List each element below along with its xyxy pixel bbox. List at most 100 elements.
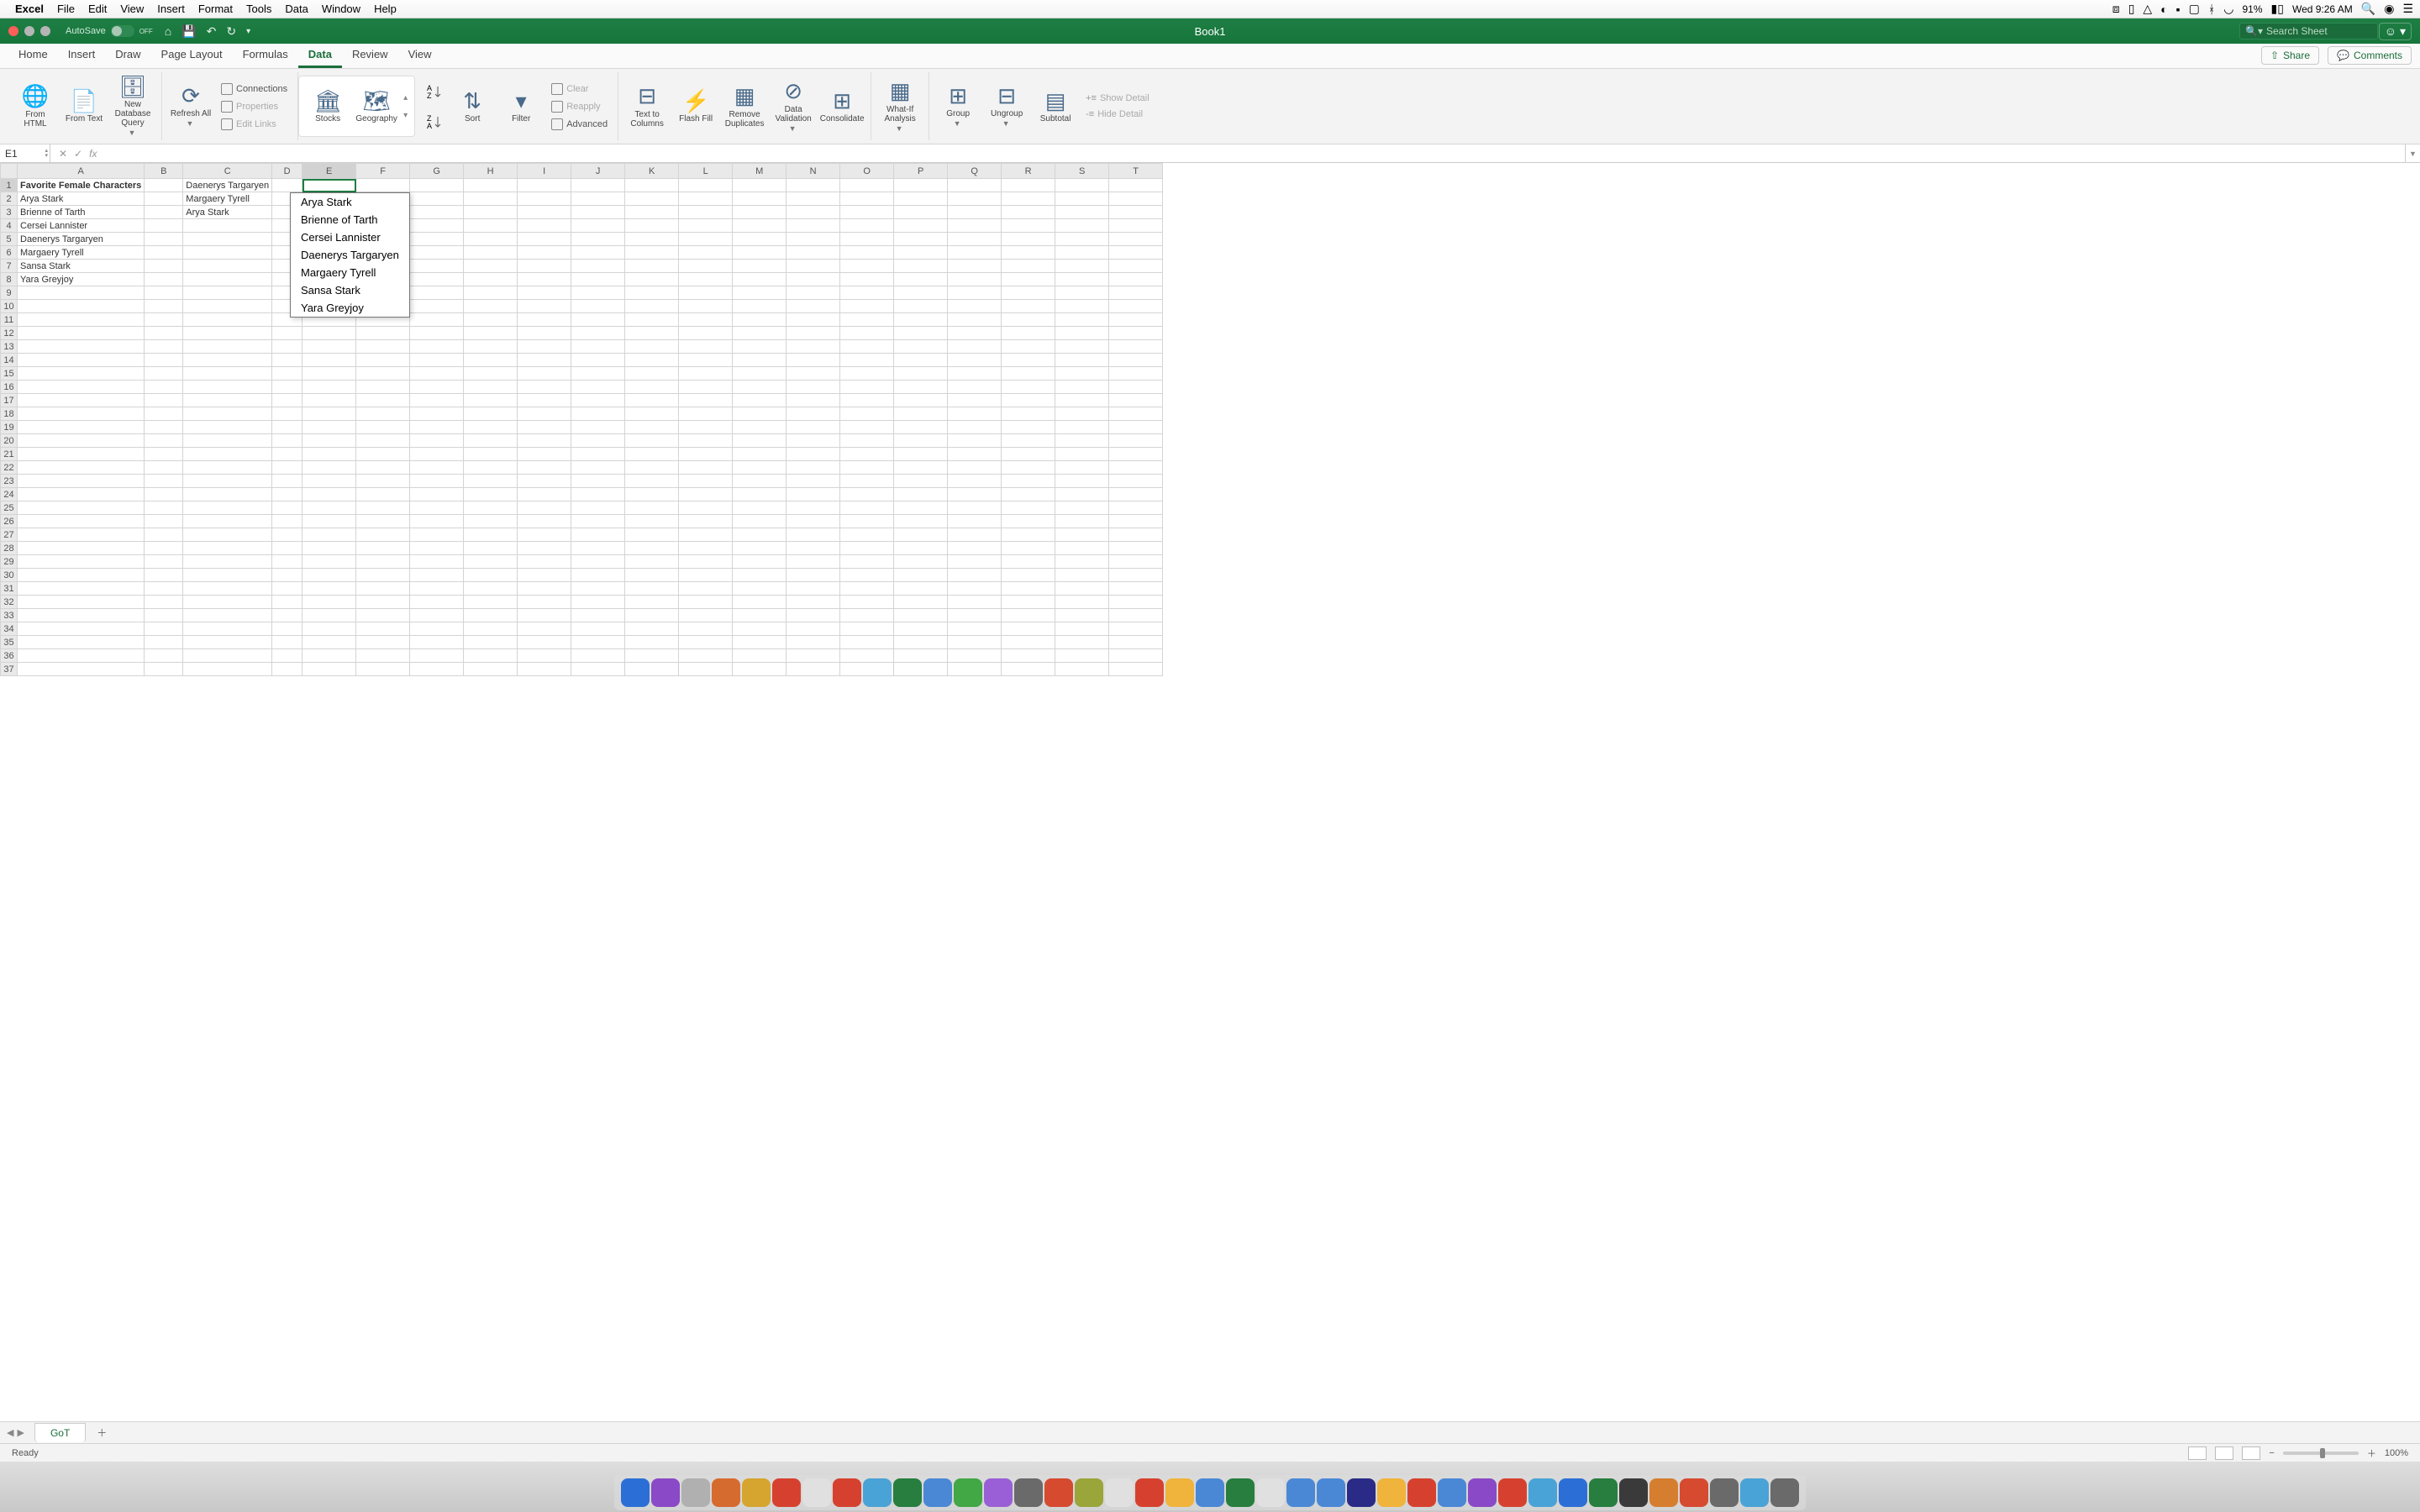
cell[interactable] — [679, 286, 733, 300]
cell[interactable] — [571, 434, 625, 448]
cell[interactable] — [894, 381, 948, 394]
cell[interactable] — [948, 569, 1002, 582]
dock-app-icon[interactable] — [863, 1478, 892, 1507]
cell[interactable] — [733, 394, 786, 407]
col-header-P[interactable]: P — [894, 164, 948, 179]
cell[interactable] — [1002, 246, 1055, 260]
cell[interactable] — [948, 354, 1002, 367]
menu-help[interactable]: Help — [374, 3, 397, 15]
cell[interactable] — [356, 421, 410, 434]
cell[interactable] — [410, 649, 464, 663]
dropdown-item[interactable]: Sansa Stark — [291, 281, 409, 299]
row-header[interactable]: 13 — [1, 340, 18, 354]
dock-app-icon[interactable] — [1317, 1478, 1345, 1507]
cell[interactable] — [948, 179, 1002, 192]
cell[interactable] — [18, 488, 145, 501]
cell[interactable] — [679, 327, 733, 340]
cell[interactable] — [894, 313, 948, 327]
cell[interactable] — [786, 582, 840, 596]
cell[interactable] — [786, 488, 840, 501]
cell[interactable] — [302, 381, 356, 394]
cell[interactable] — [410, 555, 464, 569]
cell[interactable] — [894, 515, 948, 528]
cell[interactable] — [625, 286, 679, 300]
cell[interactable] — [410, 192, 464, 206]
cell[interactable] — [183, 649, 272, 663]
cell[interactable] — [183, 609, 272, 622]
cell[interactable] — [302, 649, 356, 663]
group-button[interactable]: ⊞Group▼ — [936, 84, 980, 129]
cell[interactable] — [272, 461, 302, 475]
cell[interactable] — [1109, 367, 1163, 381]
cell[interactable] — [464, 394, 518, 407]
cell[interactable] — [356, 555, 410, 569]
cell[interactable] — [356, 461, 410, 475]
cell[interactable] — [786, 179, 840, 192]
cell[interactable] — [1109, 273, 1163, 286]
cell[interactable] — [464, 475, 518, 488]
cell[interactable] — [18, 528, 145, 542]
cell[interactable] — [894, 219, 948, 233]
cell[interactable] — [625, 354, 679, 367]
cell[interactable] — [948, 622, 1002, 636]
cell[interactable] — [948, 515, 1002, 528]
cell[interactable] — [679, 555, 733, 569]
cell[interactable] — [571, 501, 625, 515]
cell[interactable] — [786, 461, 840, 475]
cell[interactable] — [18, 354, 145, 367]
cell[interactable] — [948, 286, 1002, 300]
cell[interactable] — [625, 569, 679, 582]
cell[interactable] — [840, 528, 894, 542]
cell[interactable] — [410, 582, 464, 596]
cell[interactable] — [518, 555, 571, 569]
cell[interactable] — [356, 582, 410, 596]
row-header[interactable]: 15 — [1, 367, 18, 381]
cell[interactable] — [18, 636, 145, 649]
menu-format[interactable]: Format — [198, 3, 233, 15]
cell[interactable] — [733, 461, 786, 475]
cell[interactable] — [1002, 475, 1055, 488]
cell[interactable] — [1109, 569, 1163, 582]
cell[interactable] — [625, 475, 679, 488]
cell[interactable] — [625, 246, 679, 260]
qat-customize-icon[interactable]: ▾ — [246, 27, 250, 36]
col-header-Q[interactable]: Q — [948, 164, 1002, 179]
cell[interactable] — [1002, 528, 1055, 542]
cell[interactable] — [518, 246, 571, 260]
cell[interactable]: ▼ — [302, 179, 356, 192]
dock-app-icon[interactable] — [1044, 1478, 1073, 1507]
cell[interactable] — [464, 569, 518, 582]
cell[interactable] — [356, 596, 410, 609]
cell[interactable] — [464, 636, 518, 649]
cell[interactable] — [948, 663, 1002, 676]
cell[interactable] — [948, 596, 1002, 609]
cell[interactable] — [679, 233, 733, 246]
cell[interactable] — [733, 327, 786, 340]
cell[interactable] — [18, 649, 145, 663]
row-header[interactable]: 4 — [1, 219, 18, 233]
cell[interactable] — [733, 434, 786, 448]
cell[interactable] — [840, 354, 894, 367]
cell[interactable] — [356, 663, 410, 676]
cell[interactable] — [1055, 286, 1109, 300]
data-validation-dropdown[interactable]: Arya StarkBrienne of TarthCersei Lannist… — [290, 192, 410, 318]
cell[interactable] — [1055, 475, 1109, 488]
cell[interactable] — [679, 206, 733, 219]
cell[interactable] — [1109, 300, 1163, 313]
cell[interactable] — [786, 340, 840, 354]
col-header-G[interactable]: G — [410, 164, 464, 179]
cell[interactable] — [464, 354, 518, 367]
cell[interactable] — [410, 636, 464, 649]
cell[interactable] — [518, 622, 571, 636]
autosave-toggle[interactable]: AutoSave OFF — [66, 25, 153, 37]
cell[interactable]: Cersei Lannister — [18, 219, 145, 233]
cell[interactable] — [1055, 367, 1109, 381]
cell[interactable] — [571, 260, 625, 273]
cell[interactable] — [272, 488, 302, 501]
cell[interactable] — [464, 596, 518, 609]
dock-app-icon[interactable] — [621, 1478, 650, 1507]
cell[interactable] — [272, 622, 302, 636]
cell[interactable] — [948, 340, 1002, 354]
ribbon-tab-page-layout[interactable]: Page Layout — [151, 43, 233, 68]
cell[interactable] — [18, 582, 145, 596]
